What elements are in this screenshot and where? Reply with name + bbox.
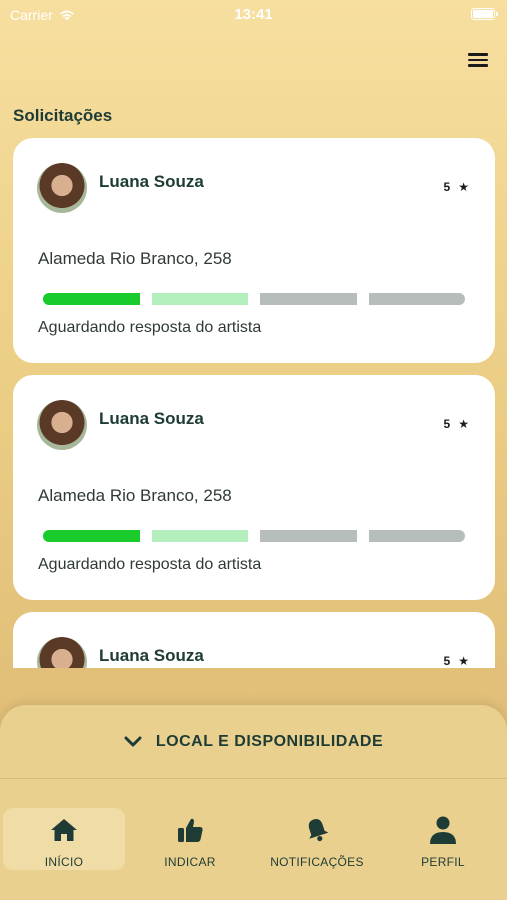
artist-name: Luana Souza (99, 409, 204, 428)
tab-indicar[interactable]: INDICAR (129, 808, 251, 870)
bell-icon (303, 816, 331, 844)
progress-step-3 (260, 530, 357, 542)
artist-name: Luana Souza (99, 172, 204, 191)
avatar (37, 400, 87, 450)
tab-label: NOTIFICAÇÕES (270, 855, 364, 869)
progress-bar (43, 293, 465, 305)
rating: 5 ★ (444, 180, 469, 194)
bottom-panel: LOCAL E DISPONIBILIDADE INÍCIO INDICAR N… (0, 705, 507, 900)
rating-value: 5 (443, 180, 451, 194)
progress-step-4 (368, 530, 465, 542)
progress-step-4 (368, 293, 465, 305)
location-availability-toggle[interactable]: LOCAL E DISPONIBILIDADE (0, 705, 507, 779)
request-card[interactable]: Luana Souza 5 ★ (13, 612, 495, 668)
avatar (37, 163, 87, 213)
progress-step-1 (43, 293, 140, 305)
home-icon (50, 816, 78, 844)
star-icon: ★ (458, 180, 469, 194)
tab-label: PERFIL (421, 855, 465, 869)
address: Alameda Rio Branco, 258 (38, 486, 232, 505)
star-icon: ★ (458, 417, 469, 431)
star-icon: ★ (458, 654, 469, 668)
request-status: Aguardando resposta do artista (38, 556, 262, 573)
rating: 5 ★ (444, 654, 469, 668)
clock: 13:41 (234, 6, 273, 23)
user-icon (429, 816, 457, 844)
tab-bar: INÍCIO INDICAR NOTIFICAÇÕES PERFIL (0, 805, 507, 875)
rating-value: 5 (443, 417, 451, 431)
thumbs-up-icon (176, 816, 204, 844)
progress-step-3 (260, 293, 357, 305)
progress-step-2 (151, 530, 248, 542)
menu-button[interactable] (466, 50, 490, 70)
progress-bar (43, 530, 465, 542)
tab-label: INDICAR (164, 855, 216, 869)
request-list[interactable]: Luana Souza 5 ★ Alameda Rio Branco, 258 … (0, 138, 507, 668)
tab-notificacoes[interactable]: NOTIFICAÇÕES (256, 808, 378, 870)
rating-value: 5 (443, 654, 451, 668)
artist-name: Luana Souza (99, 646, 204, 665)
page-title: Solicitações (13, 106, 113, 125)
menu-icon (468, 53, 488, 56)
address: Alameda Rio Branco, 258 (38, 249, 232, 268)
chevron-down-icon (124, 736, 142, 747)
divider (0, 778, 507, 779)
rating: 5 ★ (444, 417, 469, 431)
request-status: Aguardando resposta do artista (38, 319, 262, 336)
battery-icon (471, 8, 498, 20)
panel-title: LOCAL E DISPONIBILIDADE (155, 733, 384, 750)
request-card[interactable]: Luana Souza 5 ★ Alameda Rio Branco, 258 … (13, 138, 495, 363)
tab-perfil[interactable]: PERFIL (382, 808, 504, 870)
tab-inicio[interactable]: INÍCIO (3, 808, 125, 870)
avatar (37, 637, 87, 668)
request-card[interactable]: Luana Souza 5 ★ Alameda Rio Branco, 258 … (13, 375, 495, 600)
progress-step-1 (43, 530, 140, 542)
status-bar: Carrier 13:41 (0, 0, 507, 30)
progress-step-2 (151, 293, 248, 305)
tab-label: INÍCIO (44, 855, 84, 869)
